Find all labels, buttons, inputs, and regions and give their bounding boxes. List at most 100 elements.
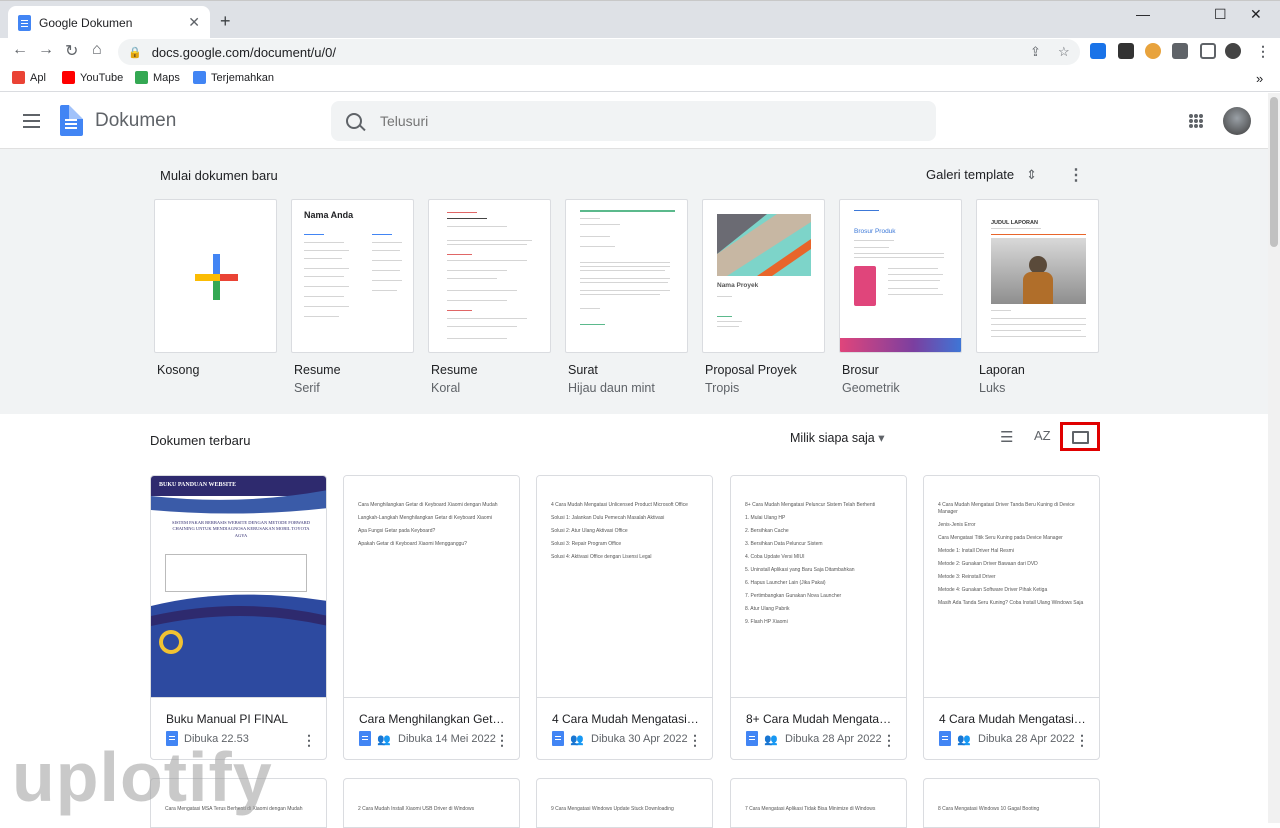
document-title[interactable]: Cara Menghilangkan Getar di Keyboard Xia…: [359, 712, 509, 726]
document-more-icon[interactable]: ⋮: [302, 732, 316, 749]
document-title[interactable]: 4 Cara Mudah Mengatasi Unlicensed Produc…: [552, 712, 702, 726]
thumb-line: Jenis-Jenis Error: [938, 522, 976, 528]
list-view-icon[interactable]: ☰: [1000, 428, 1013, 446]
thumb-line: Metode 3: Reinstall Driver: [938, 574, 996, 580]
extension-flower-icon[interactable]: [1145, 43, 1161, 59]
document-card[interactable]: 4 Cara Mudah Mengatasi Unlicensed Produc…: [536, 475, 713, 760]
document-more-icon[interactable]: ⋮: [1075, 732, 1089, 749]
template-resume-serif[interactable]: Nama Anda Resume Serif: [291, 199, 414, 395]
document-thumbnail[interactable]: 8+ Cara Mudah Mengatasi Peluncur Sistem …: [731, 476, 906, 698]
template-name: Surat: [568, 363, 598, 377]
bookmark-terjemahkan[interactable]: Terjemahkan: [193, 71, 274, 84]
thumb-line: Metode 1: Install Driver Hal Resmi: [938, 548, 1014, 554]
document-title[interactable]: 4 Cara Mudah Mengatasi Driver Tanda Beru…: [939, 712, 1089, 726]
template-subtitle: Tropis: [705, 381, 740, 395]
maps-icon: [135, 71, 148, 84]
template-brosur[interactable]: Brosur Produk Brosur Geometrik: [839, 199, 962, 395]
main-menu-icon[interactable]: [23, 114, 40, 128]
scrollbar-thumb[interactable]: [1270, 97, 1278, 247]
template-thumbnail[interactable]: Nama Anda: [291, 199, 414, 353]
template-section: Mulai dokumen baru Galeri template ⇕ ⋮ K…: [0, 149, 1268, 414]
apps-grid-icon: [12, 71, 25, 84]
extension-m-icon[interactable]: [1118, 43, 1134, 59]
profile-avatar-icon[interactable]: [1225, 43, 1241, 59]
page-scrollbar[interactable]: [1268, 93, 1280, 823]
google-apps-icon[interactable]: [1189, 114, 1203, 128]
template-thumbnail[interactable]: JUDUL LAPORAN: [976, 199, 1099, 353]
document-card[interactable]: 9 Cara Mengatasi Windows Update Stuck Do…: [536, 778, 713, 828]
app-title[interactable]: Dokumen: [95, 110, 176, 132]
thumb-line: 7. Pertimbangkan Gunakan Nova Launcher: [745, 593, 842, 599]
document-card[interactable]: 2 Cara Mudah Install Xiaomi USB Driver d…: [343, 778, 520, 828]
template-thumbnail[interactable]: [565, 199, 688, 353]
close-window-button[interactable]: ✕: [1250, 6, 1262, 23]
document-more-icon[interactable]: ⋮: [495, 732, 509, 749]
search-input[interactable]: [380, 113, 880, 129]
template-thumbnail[interactable]: Brosur Produk: [839, 199, 962, 353]
expand-collapse-icon: ⇕: [1026, 167, 1038, 182]
template-subtitle: Koral: [431, 381, 461, 395]
document-card[interactable]: BUKU PANDUAN WEBSITE SISTEM PAKAR BERBAS…: [150, 475, 327, 760]
address-bar[interactable]: 🔒 docs.google.com/document/u/0/ ⇪ ☆: [118, 39, 1080, 65]
tab-close-icon[interactable]: ✕: [188, 14, 200, 31]
extensions-puzzle-icon[interactable]: [1172, 43, 1188, 59]
reload-button[interactable]: ↻: [65, 41, 78, 61]
extension-icon[interactable]: [1090, 43, 1106, 59]
template-proposal-proyek[interactable]: Nama Proyek Proposal Proyek Tropis: [702, 199, 825, 395]
document-card[interactable]: Cara Menghilangkan Getar di Keyboard Xia…: [343, 475, 520, 760]
template-thumbnail[interactable]: [428, 199, 551, 353]
bookmark-star-icon[interactable]: ☆: [1058, 44, 1070, 60]
open-file-picker-button[interactable]: [1060, 422, 1100, 451]
bookmark-apl[interactable]: Apl: [12, 71, 46, 84]
home-button[interactable]: ⌂: [92, 41, 102, 59]
bookmark-youtube[interactable]: YouTube: [62, 71, 123, 84]
lock-icon: 🔒: [128, 46, 142, 59]
thumb-line: 6. Hapus Launcher Lain (Jika Pakai): [745, 580, 826, 586]
sort-icon[interactable]: AZ: [1034, 428, 1051, 443]
document-card[interactable]: 7 Cara Mengatasi Aplikasi Tidak Bisa Min…: [730, 778, 907, 828]
account-avatar[interactable]: [1223, 107, 1251, 135]
bookmarks-more-icon[interactable]: »: [1256, 71, 1263, 86]
search-icon[interactable]: [346, 113, 362, 129]
template-surat[interactable]: Surat Hijau daun mint: [565, 199, 688, 395]
document-thumbnail[interactable]: 4 Cara Mudah Mengatasi Unlicensed Produc…: [537, 476, 712, 698]
document-more-icon[interactable]: ⋮: [688, 732, 702, 749]
back-button[interactable]: ←: [12, 41, 28, 59]
template-thumbnail[interactable]: [154, 199, 277, 353]
template-gallery-button[interactable]: Galeri template ⇕: [926, 167, 1037, 183]
browser-tab[interactable]: Google Dokumen ✕: [8, 6, 210, 39]
document-thumbnail[interactable]: BUKU PANDUAN WEBSITE SISTEM PAKAR BERBAS…: [151, 476, 326, 698]
menu-kebab-icon[interactable]: ⋮: [1256, 43, 1272, 59]
template-name: Proposal Proyek: [705, 363, 797, 377]
side-panel-icon[interactable]: [1200, 43, 1216, 59]
template-thumbnail[interactable]: Nama Proyek: [702, 199, 825, 353]
new-tab-button[interactable]: +: [220, 11, 231, 32]
bookmark-maps[interactable]: Maps: [135, 71, 180, 84]
template-more-icon[interactable]: ⋮: [1068, 165, 1084, 185]
document-title[interactable]: 8+ Cara Mudah Mengatasi Peluncur Sistem …: [746, 712, 896, 726]
document-thumbnail[interactable]: 4 Cara Mudah Mengatasi Driver Tanda Beru…: [924, 476, 1099, 698]
document-card[interactable]: 8 Cara Mengatasi Windows 10 Gagal Bootin…: [923, 778, 1100, 828]
maximize-button[interactable]: ☐: [1214, 6, 1227, 23]
document-title[interactable]: Buku Manual PI FINAL: [166, 712, 316, 726]
forward-button[interactable]: →: [38, 41, 54, 59]
document-thumbnail[interactable]: Cara Menghilangkan Getar di Keyboard Xia…: [344, 476, 519, 698]
template-resume-koral[interactable]: Resume Koral: [428, 199, 551, 395]
docs-logo-icon[interactable]: [60, 105, 83, 136]
recent-heading: Dokumen terbaru: [150, 433, 251, 448]
opened-date: Dibuka 28 Apr 2022: [785, 732, 882, 745]
document-more-icon[interactable]: ⋮: [882, 732, 896, 749]
share-icon[interactable]: ⇪: [1030, 44, 1041, 60]
document-card[interactable]: 8+ Cara Mudah Mengatasi Peluncur Sistem …: [730, 475, 907, 760]
owner-filter-dropdown[interactable]: Milik siapa saja ▾: [790, 430, 885, 445]
document-card[interactable]: 4 Cara Mudah Mengatasi Driver Tanda Beru…: [923, 475, 1100, 760]
template-laporan[interactable]: JUDUL LAPORAN Laporan Luks: [976, 199, 1099, 395]
thumb-line: Cara Mengatasi Titik Seru Kuning pada De…: [938, 535, 1063, 541]
tab-title: Google Dokumen: [39, 15, 133, 30]
folder-icon: [1072, 431, 1089, 444]
minimize-button[interactable]: —: [1136, 6, 1150, 22]
template-blank[interactable]: Kosong: [154, 199, 277, 377]
search-box[interactable]: [331, 101, 936, 141]
docs-file-icon: [939, 731, 951, 746]
translate-icon: [193, 71, 206, 84]
